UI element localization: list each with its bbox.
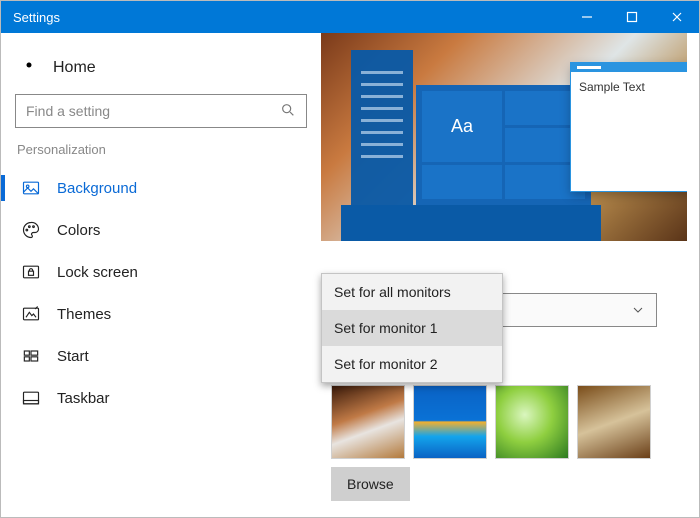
window-title: Settings	[13, 10, 564, 25]
context-menu: Set for all monitors Set for monitor 1 S…	[321, 273, 503, 383]
menu-item-label: Set for monitor 2	[334, 356, 438, 372]
themes-icon	[21, 304, 41, 324]
sidebar-item-start[interactable]: Start	[15, 335, 307, 377]
menu-set-monitor-2[interactable]: Set for monitor 2	[322, 346, 502, 382]
sidebar-item-label: Start	[57, 348, 89, 365]
sidebar-item-label: Colors	[57, 222, 100, 239]
browse-button[interactable]: Browse	[331, 467, 410, 501]
chevron-down-icon	[630, 302, 646, 323]
sidebar-item-colors[interactable]: Colors	[15, 209, 307, 251]
category-label: Personalization	[17, 142, 307, 157]
sidebar-item-lockscreen[interactable]: Lock screen	[15, 251, 307, 293]
lockscreen-icon	[21, 262, 41, 282]
search-input[interactable]	[26, 103, 280, 119]
preview-startmenu	[351, 50, 413, 205]
sidebar-item-themes[interactable]: Themes	[15, 293, 307, 335]
palette-icon	[21, 220, 41, 240]
thumbnail-1[interactable]	[331, 385, 405, 459]
start-icon	[21, 346, 41, 366]
menu-set-monitor-1[interactable]: Set for monitor 1	[322, 310, 502, 346]
taskbar-icon	[21, 388, 41, 408]
preview-window-titlebar	[571, 63, 687, 72]
sidebar: Home Personalization Background Colo	[1, 33, 321, 517]
thumbnail-3[interactable]	[495, 385, 569, 459]
sidebar-item-label: Background	[57, 180, 137, 197]
sidebar-item-label: Themes	[57, 306, 111, 323]
home-button[interactable]: Home	[15, 51, 307, 94]
sidebar-item-background[interactable]: Background	[15, 167, 307, 209]
search-icon	[280, 102, 296, 121]
home-label: Home	[53, 59, 96, 77]
window-body: Home Personalization Background Colo	[1, 33, 699, 517]
sidebar-item-taskbar[interactable]: Taskbar	[15, 377, 307, 419]
gear-icon	[19, 55, 39, 80]
preview-aa: Aa	[422, 91, 502, 162]
settings-window: Settings Home Personaliza	[0, 0, 700, 518]
preview-window: Sample Text	[571, 63, 687, 191]
sidebar-item-label: Taskbar	[57, 390, 110, 407]
preview-tiles: Aa	[416, 85, 591, 205]
preview-taskbar	[341, 205, 601, 241]
main-panel: Aa Sample Text Set for all monitors	[321, 33, 699, 517]
menu-set-all-monitors[interactable]: Set for all monitors	[322, 274, 502, 310]
sidebar-item-label: Lock screen	[57, 264, 138, 281]
thumbnail-4[interactable]	[577, 385, 651, 459]
menu-item-label: Set for monitor 1	[334, 320, 438, 336]
picture-icon	[21, 178, 41, 198]
titlebar: Settings	[1, 1, 699, 33]
search-box[interactable]	[15, 94, 307, 128]
desktop-preview: Aa Sample Text	[321, 33, 687, 241]
minimize-button[interactable]	[564, 1, 609, 33]
maximize-button[interactable]	[609, 1, 654, 33]
thumbnail-2[interactable]	[413, 385, 487, 459]
menu-item-label: Set for all monitors	[334, 284, 451, 300]
preview-sample-text: Sample Text	[571, 72, 687, 102]
picture-thumbnails	[331, 385, 651, 459]
close-button[interactable]	[654, 1, 699, 33]
